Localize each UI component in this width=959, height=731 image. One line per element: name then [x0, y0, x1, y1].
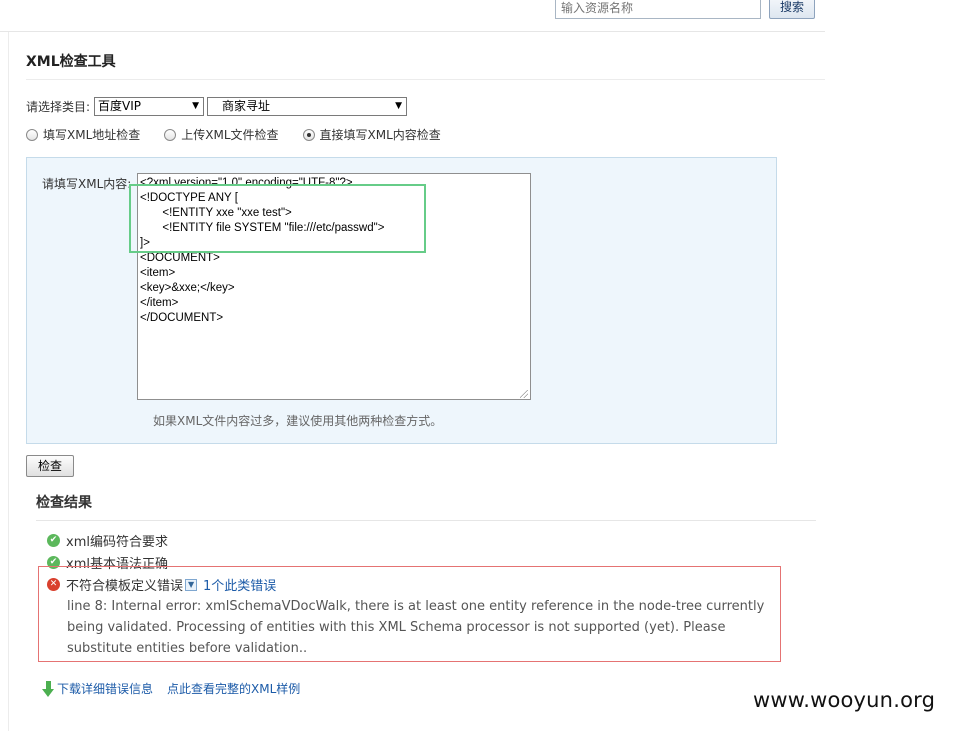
check-circle-icon: ✔: [47, 534, 60, 547]
result-item-encoding: ✔ xml编码符合要求: [47, 531, 168, 550]
radio-label: 上传XML文件检查: [181, 128, 279, 142]
chevron-down-icon: ▼: [192, 100, 200, 111]
left-divider: [8, 32, 9, 731]
radio-label: 填写XML地址检查: [43, 128, 141, 142]
subcategory-select-value: 商家寻址: [222, 98, 271, 113]
radio-direct-check[interactable]: 直接填写XML内容检查: [302, 126, 441, 143]
xml-input-panel: 请填写XML内容: <?xml version="1.0" encoding="…: [26, 157, 777, 444]
check-mode-radio-group: 填写XML地址检查 上传XML文件检查 直接填写XML内容检查: [26, 126, 465, 143]
category-label: 请选择类目:: [26, 99, 91, 114]
category-row: 请选择类目: 百度VIP ▼ 商家寻址 ▼: [26, 96, 408, 116]
radio-button[interactable]: [164, 128, 177, 141]
category-select[interactable]: 百度VIP ▼: [94, 96, 205, 116]
error-text: 不符合模板定义错误: [66, 579, 184, 594]
watermark: www.wooyun.org: [753, 688, 936, 712]
radio-upload-check[interactable]: 上传XML文件检查: [164, 126, 279, 143]
page: 搜索 XML检查工具 请选择类目: 百度VIP ▼ 商家寻址 ▼ 填写XML地址…: [0, 0, 959, 731]
chevron-down-icon: ▼: [395, 100, 403, 111]
error-detail-text: line 8: Internal error: xmlSchemaVDocWal…: [67, 599, 765, 656]
page-title: XML检查工具: [26, 54, 116, 70]
results-divider: [36, 520, 816, 521]
resize-handle-icon[interactable]: [520, 390, 528, 398]
result-text: xml编码符合要求: [66, 535, 168, 550]
download-arrow-icon: [42, 680, 55, 697]
radio-button[interactable]: [26, 128, 38, 141]
hint-text: 如果XML文件内容过多，建议使用其他两种检查方式。: [153, 414, 443, 428]
radio-button[interactable]: [302, 128, 315, 141]
expand-dropdown-icon[interactable]: ▼: [185, 578, 198, 591]
view-sample-link[interactable]: 点此查看完整的XML样例: [167, 680, 300, 697]
search-button[interactable]: 搜索: [769, 0, 815, 19]
xml-content-label: 请填写XML内容:: [42, 177, 132, 191]
result-text: xml基本语法正确: [66, 557, 168, 572]
error-circle-icon: ✕: [47, 578, 60, 591]
results-title: 检查结果: [36, 495, 92, 511]
result-item-syntax: ✔ xml基本语法正确: [47, 553, 168, 572]
bottom-links: 下载详细错误信息 点此查看完整的XML样例: [42, 680, 314, 697]
subcategory-select[interactable]: 商家寻址 ▼: [207, 96, 408, 116]
radio-url-check[interactable]: 填写XML地址检查: [26, 126, 140, 143]
check-circle-icon: ✔: [47, 556, 60, 569]
category-select-value: 百度VIP: [98, 98, 142, 113]
search-input[interactable]: [555, 0, 761, 19]
title-divider: [26, 79, 825, 80]
check-button[interactable]: 检查: [26, 455, 74, 477]
error-count-link[interactable]: 1个此类错误: [203, 575, 276, 594]
result-item-template-error: ✕ 不符合模板定义错误 ▼ 1个此类错误: [47, 575, 276, 594]
radio-label: 直接填写XML内容检查: [319, 128, 441, 142]
download-error-link[interactable]: 下载详细错误信息: [57, 680, 153, 697]
top-bar: 搜索: [0, 0, 825, 32]
xml-content-textarea[interactable]: <?xml version="1.0" encoding="UTF-8"?> <…: [137, 173, 531, 400]
